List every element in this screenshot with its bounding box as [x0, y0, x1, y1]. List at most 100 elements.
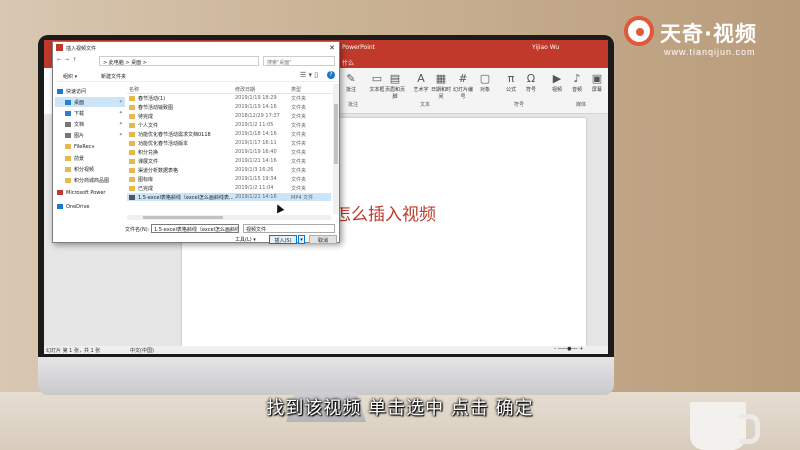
dialog-titlebar: 插入视频文件 ✕: [53, 42, 339, 54]
nav-item[interactable]: OneDrive: [55, 202, 125, 212]
wordart-icon: A: [417, 72, 425, 85]
column-name[interactable]: 名称: [129, 86, 139, 93]
comment-button[interactable]: ✎ 批注: [340, 72, 362, 93]
brand-name: 天奇·视频: [660, 22, 757, 46]
column-type[interactable]: 类型: [291, 86, 301, 93]
nav-item[interactable]: 前景: [55, 153, 125, 163]
nav-item[interactable]: 下载 ✦: [55, 108, 125, 118]
column-date[interactable]: 修改日期: [235, 86, 255, 93]
file-row[interactable]: 课展文件 2019/1/21 14:16 文件夹: [127, 157, 331, 165]
nav-arrows-icon[interactable]: ← → ↑: [57, 57, 97, 63]
symbol-button[interactable]: Ω 符号: [520, 72, 542, 93]
file-row[interactable]: 积分兑换 2019/1/19 16:40 文件夹: [127, 148, 331, 156]
object-button[interactable]: ▢ 对象: [474, 72, 496, 93]
folder-icon: [129, 159, 135, 164]
slide-number-button[interactable]: # 幻灯片编号: [452, 72, 474, 100]
folder-icon: [65, 178, 71, 183]
file-row[interactable]: 1.5-excel表格斜线（excel怎么画斜线表... 2019/1/21 14…: [127, 193, 331, 201]
filetype-select[interactable]: 视频文件: [243, 224, 335, 233]
file-row[interactable]: 春节活动(1) 2019/1/19 18:29 文件夹: [127, 94, 331, 102]
file-name: 图标库: [129, 176, 233, 183]
folder-icon: [65, 144, 71, 149]
organize-button[interactable]: 组织 ▾: [63, 73, 77, 80]
file-name: 渠道分析数据表格: [129, 167, 233, 174]
nav-item[interactable]: 图片 ✦: [55, 130, 125, 140]
file-row[interactable]: 个人文件 2019/1/2 11:05 文件夹: [127, 121, 331, 129]
zoom-slider[interactable]: – ───●── +: [554, 346, 583, 352]
nav-item-label: 积分商城商品图: [74, 178, 110, 184]
nav-item[interactable]: 积分视频: [55, 164, 125, 174]
filename-input[interactable]: 1.5-excel表格斜线（excel怎么画斜线表头）: [151, 224, 239, 233]
file-type: 文件夹: [291, 186, 307, 192]
pin-icon[interactable]: ✦: [119, 99, 123, 105]
help-icon[interactable]: ?: [327, 71, 335, 79]
status-bar: 幻灯片 第 1 张，共 1 张 中文(中国) – ───●── +: [44, 346, 608, 354]
language-status: 中文(中国): [130, 348, 154, 354]
vertical-scrollbar[interactable]: [333, 84, 339, 214]
file-name-text: 图标库: [138, 177, 154, 183]
file-name: 功能优化春节活动版本: [129, 140, 233, 147]
file-name-text: 积分兑换: [138, 150, 159, 156]
close-icon[interactable]: ✕: [329, 44, 335, 52]
formula-button[interactable]: π 公式: [500, 72, 522, 93]
file-row[interactable]: 功能优化春节活动版本 2019/1/17 16:11 文件夹: [127, 139, 331, 147]
video-button[interactable]: ▶ 视频: [546, 72, 568, 93]
new-folder-button[interactable]: 新建文件夹: [101, 73, 126, 80]
file-name-text: 1.5-excel表格斜线（excel怎么画斜线表...: [138, 195, 233, 201]
screen: PowerPoint Yijiao Wu 什么 批注 文本 符号 媒体 ✎ 批注 ▭…: [44, 40, 608, 354]
tell-me-box[interactable]: 什么: [342, 58, 354, 67]
nav-item[interactable]: 文档 ✦: [55, 119, 125, 129]
pin-icon[interactable]: ✦: [119, 121, 123, 127]
file-date: 2019/1/19 14:16: [235, 104, 277, 110]
view-options-icon[interactable]: ☰ ▾ ▯: [300, 71, 318, 79]
wordart-button[interactable]: A 艺术字: [410, 72, 432, 93]
header-footer-button[interactable]: ▤ 页眉和页脚: [384, 72, 406, 100]
address-bar[interactable]: > 此电脑 > 桌面 >: [99, 56, 259, 66]
nav-item-label: 快速访问: [66, 89, 87, 95]
filename-row: 文件名(N): 1.5-excel表格斜线（excel怎么画斜线表头） 视频文件: [55, 224, 339, 234]
nav-item[interactable]: 桌面 ✦: [55, 97, 125, 107]
group-media: 媒体: [576, 102, 587, 108]
folder-icon: [129, 168, 135, 173]
file-type: 文件夹: [291, 159, 307, 165]
column-headers: 名称 修改日期 类型: [127, 84, 337, 94]
file-row[interactable]: 图标库 2019/1/15 19:34 文件夹: [127, 175, 331, 183]
insert-dropdown-icon[interactable]: ▾: [298, 235, 305, 244]
nav-item[interactable]: 积分商城商品图: [55, 175, 125, 185]
file-list: 春节活动(1) 2019/1/19 18:29 文件夹 春节活动输致图 2019/1/1…: [127, 94, 331, 214]
folder-icon: [65, 122, 71, 127]
user-name[interactable]: Yijiao Wu: [532, 44, 559, 51]
ribbon-label: 对象: [479, 87, 490, 93]
dialog-buttons: 工具(L) ▾ 插入(S) ▾ 取消: [55, 235, 339, 244]
search-input[interactable]: 搜索"桌面": [263, 56, 335, 66]
filename-label: 文件名(N):: [125, 227, 150, 233]
pin-icon[interactable]: ✦: [119, 132, 123, 138]
file-row[interactable]: 功能优化春节活动需求文档0118 2019/1/18 14:16 文件夹: [127, 130, 331, 138]
slide-title-text[interactable]: 怎么插入视频: [334, 200, 436, 225]
nav-item[interactable]: FileRecv: [55, 142, 125, 152]
folder-icon: [65, 100, 71, 105]
horizontal-scrollbar[interactable]: [127, 215, 331, 220]
cancel-button[interactable]: 取消: [309, 235, 337, 244]
file-row[interactable]: 待完成 2018/12/29 17:37 文件夹: [127, 112, 331, 120]
tools-menu[interactable]: 工具(L) ▾: [235, 236, 256, 243]
audio-button[interactable]: ♪ 音频: [566, 72, 588, 93]
nav-item[interactable]: 快速访问: [55, 86, 125, 96]
file-type: 文件夹: [291, 132, 307, 138]
file-name: 1.5-excel表格斜线（excel怎么画斜线表...: [129, 194, 233, 201]
ribbon-label: 公式: [505, 87, 516, 93]
file-row[interactable]: 春节活动输致图 2019/1/19 14:16 文件夹: [127, 103, 331, 111]
file-row[interactable]: 渠道分析数据表格 2019/1/3 16:26 文件夹: [127, 166, 331, 174]
pin-icon[interactable]: ✦: [119, 110, 123, 116]
screen-button[interactable]: ▣ 屏幕: [586, 72, 608, 93]
file-name-text: 功能优化春节活动需求文档0118: [138, 132, 211, 138]
datetime-button[interactable]: ▦ 日期和时间: [430, 72, 452, 100]
folder-icon: [65, 167, 71, 172]
insert-button[interactable]: 插入(S): [269, 235, 297, 244]
nav-item[interactable]: Microsoft Power: [55, 188, 125, 198]
file-date: 2019/1/21 14:16: [235, 158, 277, 164]
file-row[interactable]: 已完成 2019/1/2 11:04 文件夹: [127, 184, 331, 192]
group-comments: 批注: [348, 102, 359, 108]
file-name-text: 功能优化春节活动版本: [138, 141, 189, 147]
folder-icon: [129, 114, 135, 119]
